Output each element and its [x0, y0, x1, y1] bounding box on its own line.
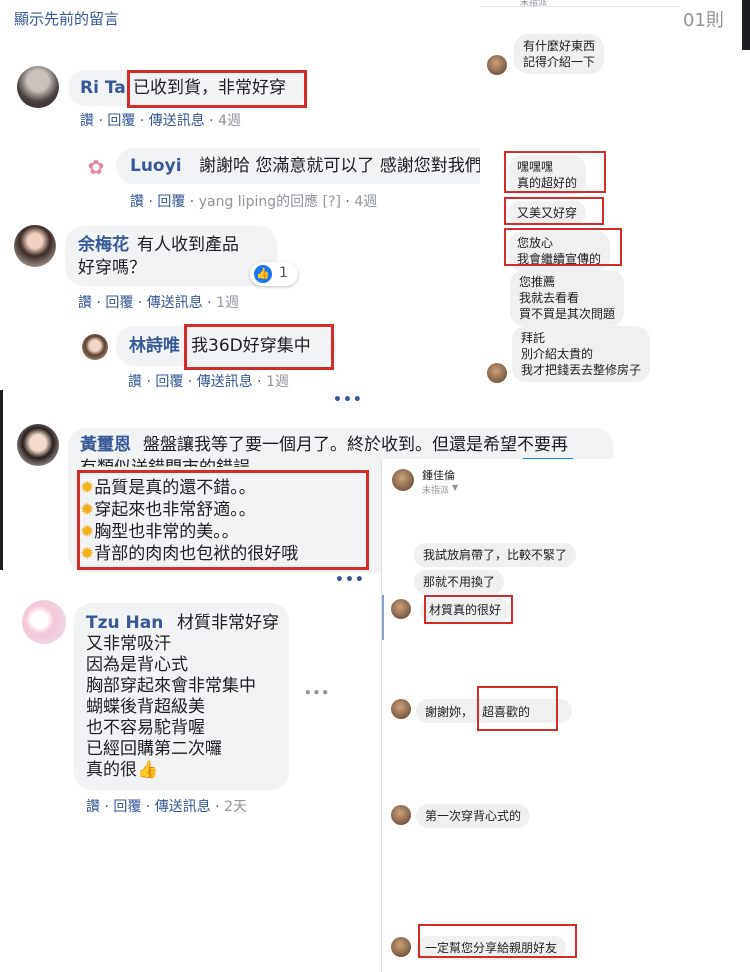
comment-actions: 讚 · 回覆 · 傳送訊息 · 2天	[86, 799, 247, 815]
reaction-count: 1	[279, 265, 288, 281]
chat-contact-status: 未指派	[422, 486, 450, 496]
comment-bubble: Luoyi 謝謝哈 您滿意就可以了 感謝您對我們	[116, 148, 480, 184]
chat-message: 您推薦 我就去看看 買不買是其次問題	[510, 270, 625, 326]
commenter-name[interactable]: 余梅花	[78, 234, 129, 256]
comment-line: 又非常吸汗	[86, 634, 171, 654]
commenter-name[interactable]: 林詩唯	[129, 335, 180, 357]
avatar	[391, 599, 411, 619]
commenter-name[interactable]: Tzu Han	[86, 612, 163, 634]
comment-actions: 讚 · 回覆 · yang liping的回應 [?] · 4週	[130, 194, 378, 210]
comment-text: 盤盤讓我等了要一個月了。終於收到。但還是希望不要再	[143, 435, 568, 455]
comment-text: 好穿嗎？	[78, 258, 146, 278]
comment-line: 胸部穿起來會非常集中	[86, 676, 256, 696]
comment-line: 蝴蝶後背超級美	[86, 697, 205, 717]
avatar[interactable]	[17, 66, 59, 108]
comment-options-button[interactable]: •••	[304, 686, 330, 700]
commenter-name[interactable]: Ri Ta	[80, 77, 126, 99]
timestamp: 1週	[216, 295, 239, 311]
highlight-box	[127, 70, 307, 108]
send-message-link[interactable]: 傳送訊息	[149, 113, 205, 129]
reply-link[interactable]: 回覆	[105, 295, 133, 311]
chevron-down-icon[interactable]: ▼	[452, 483, 458, 492]
comment-actions: 讚 · 回覆 · 傳送訊息 · 4週	[80, 113, 241, 129]
commenter-name[interactable]: 黃璽恩	[80, 434, 131, 456]
avatar	[487, 363, 507, 383]
highlight-box	[184, 324, 334, 370]
like-link[interactable]: 讚	[80, 113, 94, 129]
comment-bubble: Tzu Han 材質非常好穿 又非常吸汗 因為是背心式 胸部穿起來會非常集中 蝴…	[74, 603, 289, 790]
page-edge	[742, 0, 750, 50]
highlight-box	[504, 197, 604, 225]
reaction-badge[interactable]: 👍 1	[250, 262, 298, 286]
avatar[interactable]	[17, 424, 59, 466]
chat-panel-2: 鍾佳倫 未指派 ▼ 我試放肩帶了，比較不緊了 那就不用換了 材質真的很好 謝謝妳…	[381, 459, 750, 972]
more-replies-button[interactable]: •••	[335, 572, 365, 588]
comment-text-lines: 又非常吸汗 因為是背心式 胸部穿起來會非常集中 蝴蝶後背超級美 也不容易駝背喔 …	[86, 634, 256, 781]
comment-text: 材質非常好穿	[177, 613, 279, 633]
replied-by-note: yang liping的回應 [?]	[198, 194, 341, 210]
avatar[interactable]	[82, 334, 108, 360]
comment-line: 真的很👍	[86, 760, 159, 780]
highlight-box	[424, 595, 513, 624]
highlight-box	[504, 228, 622, 266]
send-message-link[interactable]: 傳送訊息	[147, 295, 203, 311]
like-link[interactable]: 讚	[128, 374, 142, 390]
avatar[interactable]: ✿	[84, 155, 108, 179]
chat-message: 我試放肩帶了，比較不緊了	[414, 543, 577, 567]
chat-contact-name[interactable]: 鍾佳倫	[422, 467, 455, 483]
comment-line: 已經回購第二次囉	[86, 739, 222, 759]
more-replies-button[interactable]: •••	[333, 392, 363, 408]
reply-link[interactable]: 回覆	[113, 799, 141, 815]
avatar	[391, 699, 411, 719]
comment-text: 有人收到產品	[137, 235, 239, 255]
chat-message: 拜託 別介紹太貴的 我才把錢丟去整修房子	[512, 326, 651, 382]
send-message-link[interactable]: 傳送訊息	[155, 799, 211, 815]
chat-message: 有什麼好東西 記得介紹一下	[514, 34, 605, 74]
chat-message: 那就不用換了	[414, 570, 505, 594]
comment-line: 也不容易駝背喔	[86, 718, 205, 738]
section-divider	[0, 390, 3, 570]
comment-line: 因為是背心式	[86, 655, 188, 675]
timestamp: 2天	[224, 799, 247, 815]
reply-link[interactable]: 回覆	[155, 374, 183, 390]
timestamp: 1週	[266, 374, 289, 390]
send-message-link[interactable]: 傳送訊息	[197, 374, 253, 390]
thumbs-up-icon: 👍	[137, 760, 159, 780]
chat-text: 謝謝妳，	[425, 705, 474, 719]
reply-link[interactable]: 回覆	[107, 113, 135, 129]
thread-marker	[382, 595, 384, 640]
chat-message: 第一次穿背心式的	[416, 804, 531, 828]
avatar	[391, 937, 411, 957]
comment-bubble: 余梅花 有人收到產品 好穿嗎？	[65, 226, 277, 286]
timestamp: 4週	[218, 113, 241, 129]
highlight-box	[418, 924, 577, 958]
timestamp: 4週	[354, 194, 378, 210]
like-icon: 👍	[254, 265, 272, 283]
like-link[interactable]: 讚	[86, 799, 100, 815]
like-link[interactable]: 讚	[130, 194, 144, 210]
highlight-box	[77, 470, 369, 570]
avatar[interactable]	[22, 600, 66, 644]
avatar	[392, 469, 414, 491]
commenter-name[interactable]: Luoyi	[130, 155, 182, 177]
highlight-box	[477, 686, 558, 731]
like-link[interactable]: 讚	[78, 295, 92, 311]
divider	[480, 6, 680, 7]
comment-actions: 讚 · 回覆 · 傳送訊息 · 1週	[128, 374, 289, 390]
show-previous-comments-link[interactable]: 顯示先前的留言	[14, 8, 119, 29]
comment-actions: 讚 · 回覆 · 傳送訊息 · 1週	[78, 295, 239, 311]
avatar	[391, 805, 411, 825]
avatar	[487, 55, 507, 75]
highlight-box	[504, 151, 606, 193]
avatar[interactable]	[14, 225, 56, 267]
comment-text: 謝謝哈 您滿意就可以了 感謝您對我們	[199, 156, 480, 176]
comment-count: 01則	[683, 10, 724, 31]
reply-link[interactable]: 回覆	[157, 194, 185, 210]
